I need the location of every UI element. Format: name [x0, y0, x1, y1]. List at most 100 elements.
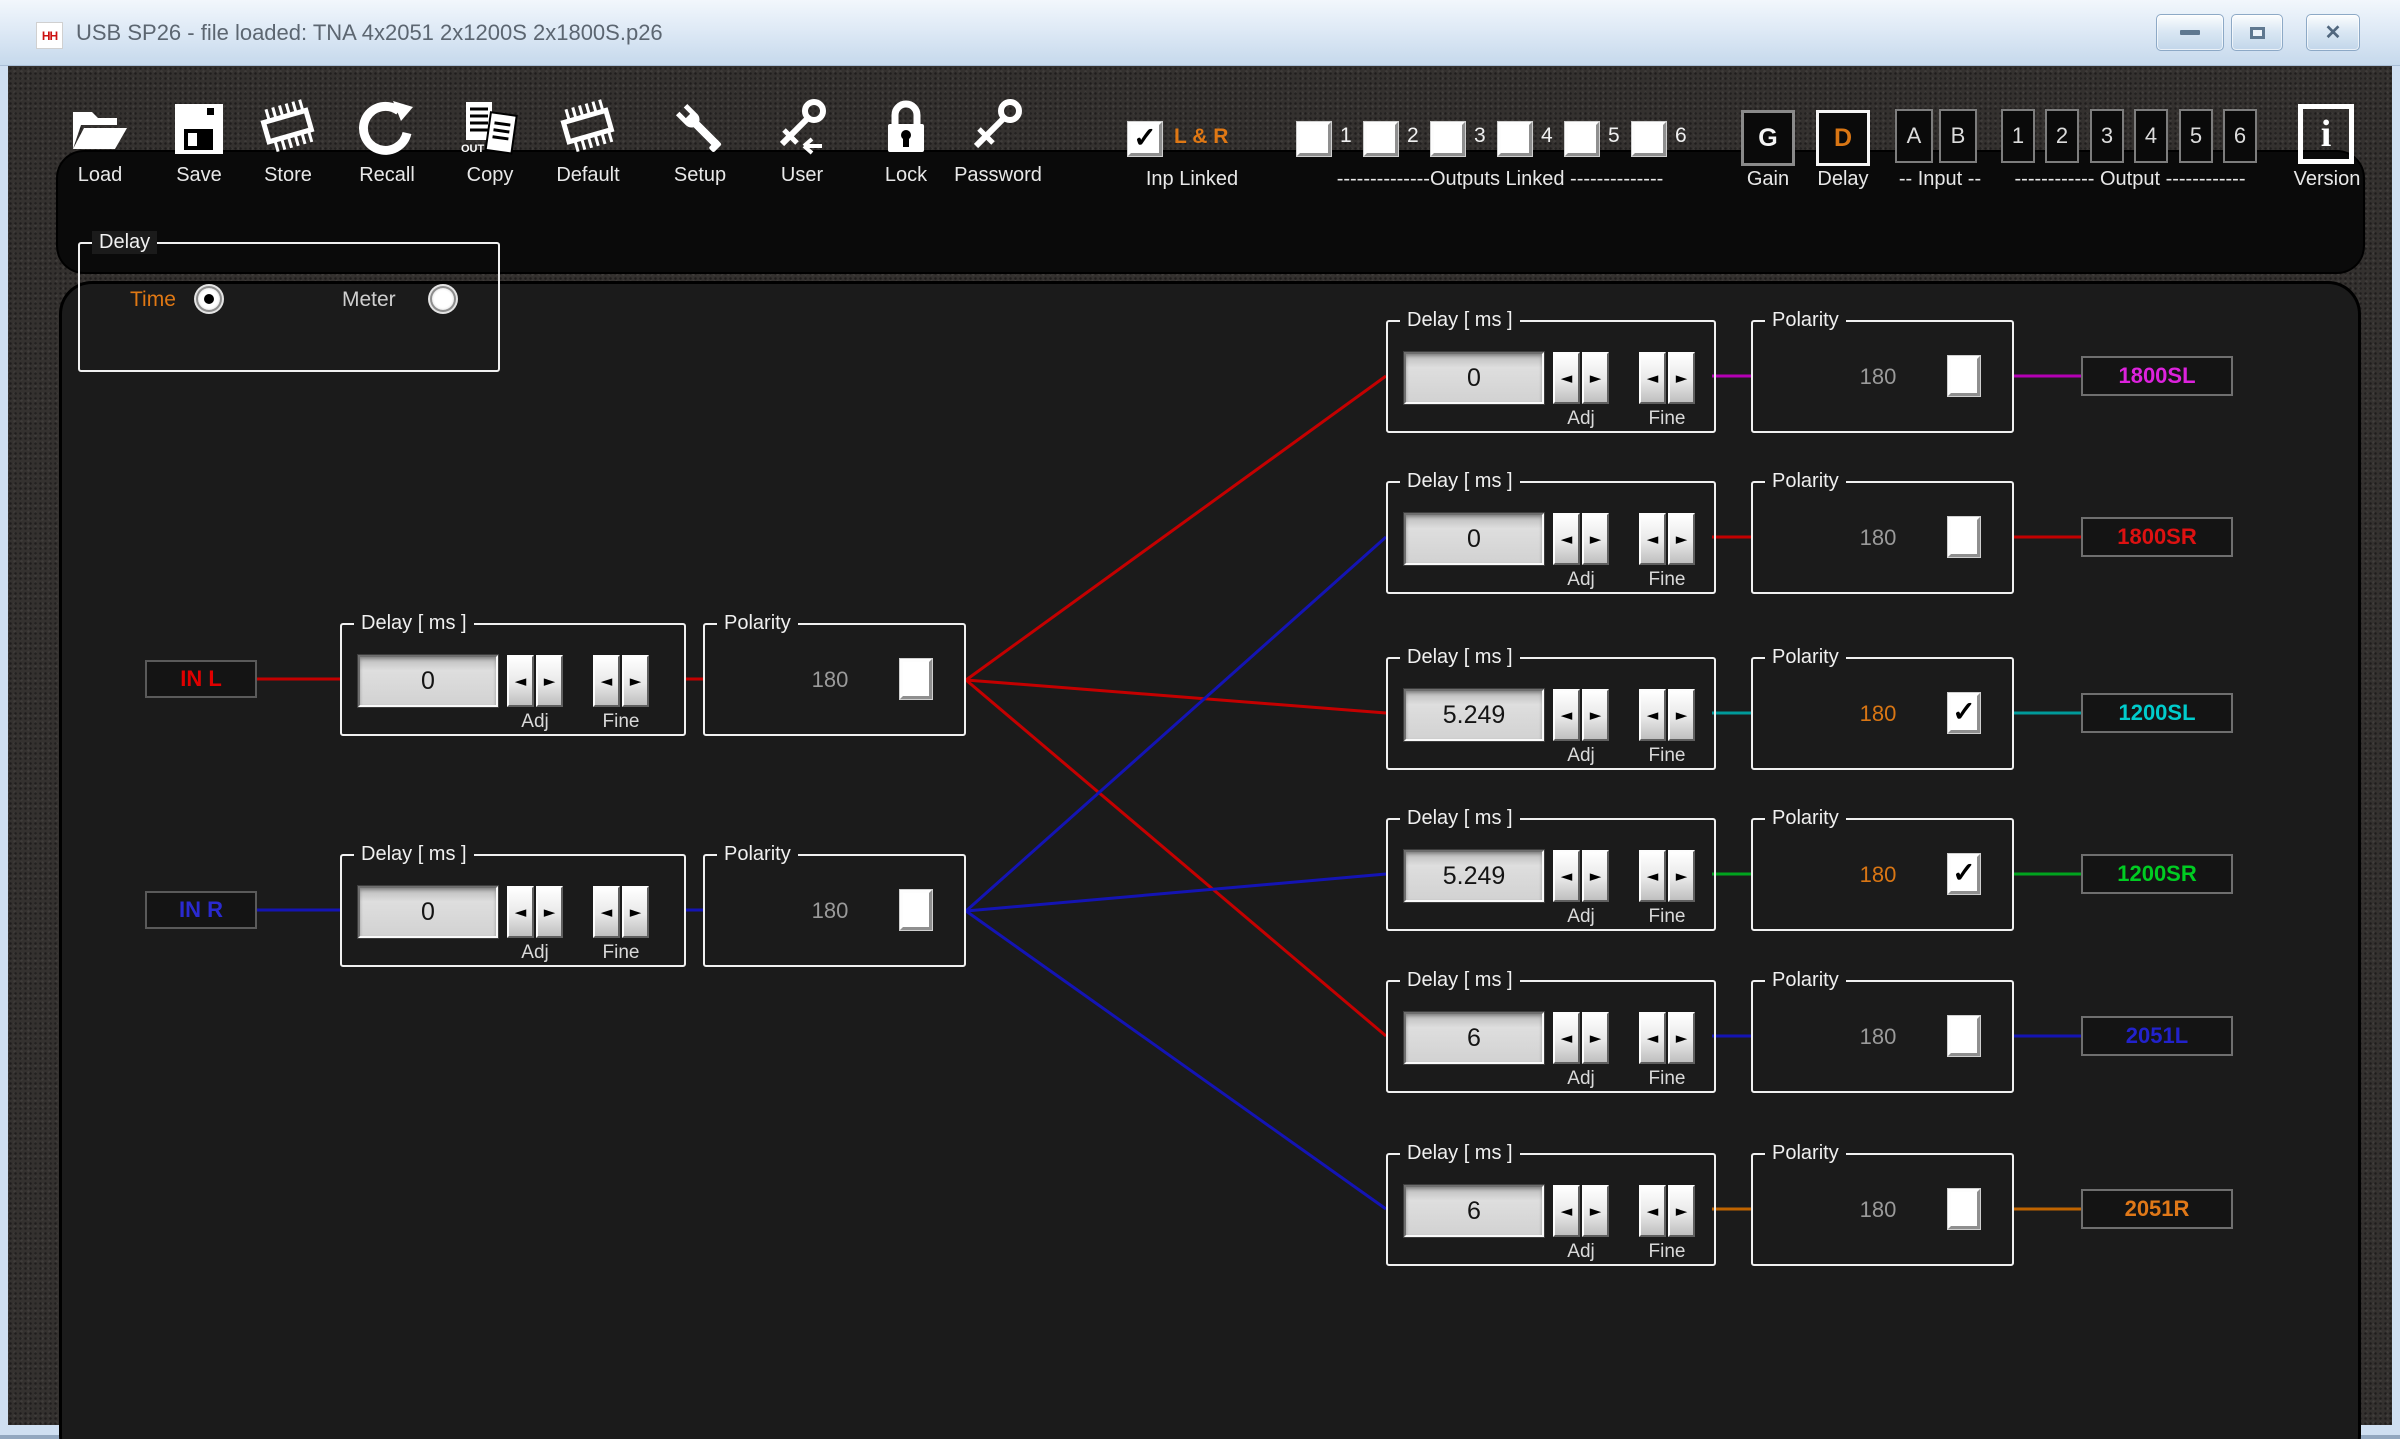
- spin-left-button[interactable]: ◄: [1639, 1185, 1666, 1237]
- polarity-checkbox[interactable]: [1948, 693, 1980, 733]
- polarity-checkbox[interactable]: [1948, 1189, 1980, 1229]
- input-a-button[interactable]: A: [1895, 109, 1933, 163]
- fine-spinner: ◄►: [1639, 689, 1695, 741]
- gain-mode-button[interactable]: G: [1741, 110, 1795, 166]
- output-6-button[interactable]: 6: [2223, 109, 2257, 163]
- spin-left-button[interactable]: ◄: [507, 655, 534, 707]
- signal-line: [966, 680, 1386, 713]
- polarity-checkbox[interactable]: [1948, 517, 1980, 557]
- spin-right-button[interactable]: ►: [622, 655, 649, 707]
- spin-left-button[interactable]: ◄: [1553, 1185, 1580, 1237]
- spin-right-button[interactable]: ►: [1582, 689, 1609, 741]
- meter-radio[interactable]: [432, 288, 454, 310]
- spin-right-button[interactable]: ►: [622, 886, 649, 938]
- polarity-checkbox[interactable]: [1948, 1016, 1980, 1056]
- output-4-button[interactable]: 4: [2134, 109, 2168, 163]
- output-label-text: 1800SR: [2117, 524, 2197, 550]
- outputs-linked-label: --------------Outputs Linked -----------…: [1300, 168, 1700, 191]
- setup-button[interactable]: Setup: [645, 96, 755, 187]
- output-3-button[interactable]: 3: [2090, 109, 2124, 163]
- output-label-1200sr: 1200SR: [2081, 854, 2233, 894]
- polarity-checkbox[interactable]: [900, 890, 932, 930]
- load-button[interactable]: Load: [45, 96, 155, 187]
- outputs-linked-checkbox-6[interactable]: [1632, 122, 1666, 156]
- spin-right-button[interactable]: ►: [1582, 850, 1609, 902]
- spin-left-button[interactable]: ◄: [593, 886, 620, 938]
- spin-left-button[interactable]: ◄: [507, 886, 534, 938]
- delay-value-field[interactable]: 6: [1404, 1185, 1544, 1237]
- user-button[interactable]: User: [747, 96, 857, 187]
- polarity-checkbox[interactable]: [1948, 854, 1980, 894]
- spin-right-button[interactable]: ►: [1582, 1185, 1609, 1237]
- delay-value-field[interactable]: 0: [1404, 513, 1544, 565]
- fine-label: Fine: [593, 942, 649, 964]
- spin-left-button[interactable]: ◄: [1553, 513, 1580, 565]
- adj-spinner: ◄►: [1553, 352, 1609, 404]
- delay-mode-button[interactable]: D: [1816, 110, 1870, 166]
- time-radio[interactable]: [198, 288, 220, 310]
- spin-right-button[interactable]: ►: [1582, 1012, 1609, 1064]
- spin-left-button[interactable]: ◄: [1553, 352, 1580, 404]
- spin-right-button[interactable]: ►: [1668, 513, 1695, 565]
- output-5-button[interactable]: 5: [2179, 109, 2213, 163]
- delay-group-legend: Delay [ ms ]: [354, 612, 474, 635]
- output-1200sl-delay-group: Delay [ ms ] 5.249 ◄► ◄► Adj Fine: [1386, 657, 1716, 770]
- input-inr-delay-group: Delay [ ms ] 0 ◄► ◄► Adj Fine: [340, 854, 686, 967]
- adj-label: Adj: [507, 942, 563, 964]
- fine-spinner: ◄►: [1639, 1012, 1695, 1064]
- output-1-button[interactable]: 1: [2001, 109, 2035, 163]
- outputs-linked-checkbox-2[interactable]: [1364, 122, 1398, 156]
- polarity-checkbox[interactable]: [900, 659, 932, 699]
- spin-right-button[interactable]: ►: [536, 886, 563, 938]
- spin-right-button[interactable]: ►: [1668, 352, 1695, 404]
- outputs-linked-checkbox-5[interactable]: [1565, 122, 1599, 156]
- delay-value-field[interactable]: 5.249: [1404, 689, 1544, 741]
- spin-left-button[interactable]: ◄: [1553, 689, 1580, 741]
- adj-spinner: ◄►: [507, 655, 563, 707]
- spin-left-button[interactable]: ◄: [1553, 1012, 1580, 1064]
- spin-right-button[interactable]: ►: [1668, 1185, 1695, 1237]
- password-button[interactable]: Password: [943, 96, 1053, 187]
- outputs-linked-num: 4: [1541, 124, 1553, 148]
- delay-value-field[interactable]: 0: [358, 655, 498, 707]
- spin-left-button[interactable]: ◄: [1639, 513, 1666, 565]
- chip-icon: [533, 96, 643, 162]
- version-button[interactable]: i: [2298, 104, 2354, 164]
- polarity-value: 180: [785, 667, 875, 693]
- default-button[interactable]: Default: [533, 96, 643, 187]
- inp-linked-checkbox[interactable]: [1128, 122, 1162, 156]
- fine-spinner: ◄►: [593, 886, 649, 938]
- delay-value-field[interactable]: 0: [358, 886, 498, 938]
- delay-value-field[interactable]: 5.249: [1404, 850, 1544, 902]
- spin-left-button[interactable]: ◄: [1639, 689, 1666, 741]
- signal-line: [966, 537, 1386, 911]
- spin-left-button[interactable]: ◄: [1639, 850, 1666, 902]
- polarity-group-legend: Polarity: [1765, 470, 1846, 493]
- delay-value-field[interactable]: 6: [1404, 1012, 1544, 1064]
- spin-right-button[interactable]: ►: [1582, 513, 1609, 565]
- copy-button[interactable]: OUT Copy: [435, 96, 545, 187]
- polarity-checkbox[interactable]: [1948, 356, 1980, 396]
- outputs-linked-checkbox-3[interactable]: [1431, 122, 1465, 156]
- spin-right-button[interactable]: ►: [1668, 1012, 1695, 1064]
- output-2051r-polarity-group: Polarity 180: [1751, 1153, 2014, 1266]
- input-b-button[interactable]: B: [1939, 109, 1977, 163]
- key-icon: [943, 96, 1053, 162]
- outputs-linked-checkbox-1[interactable]: [1297, 122, 1331, 156]
- spin-left-button[interactable]: ◄: [593, 655, 620, 707]
- inp-linked-label: Inp Linked: [1112, 168, 1272, 191]
- spin-right-button[interactable]: ►: [1582, 352, 1609, 404]
- spin-left-button[interactable]: ◄: [1553, 850, 1580, 902]
- recall-button[interactable]: Recall: [332, 96, 442, 187]
- spin-right-button[interactable]: ►: [1668, 850, 1695, 902]
- spin-right-button[interactable]: ►: [536, 655, 563, 707]
- spin-left-button[interactable]: ◄: [1639, 352, 1666, 404]
- output-2-button[interactable]: 2: [2045, 109, 2079, 163]
- polarity-value: 180: [1833, 1024, 1923, 1050]
- delay-options-group: Delay Time Meter: [78, 242, 500, 372]
- store-button[interactable]: Store: [233, 96, 343, 187]
- spin-right-button[interactable]: ►: [1668, 689, 1695, 741]
- outputs-linked-checkbox-4[interactable]: [1498, 122, 1532, 156]
- spin-left-button[interactable]: ◄: [1639, 1012, 1666, 1064]
- delay-value-field[interactable]: 0: [1404, 352, 1544, 404]
